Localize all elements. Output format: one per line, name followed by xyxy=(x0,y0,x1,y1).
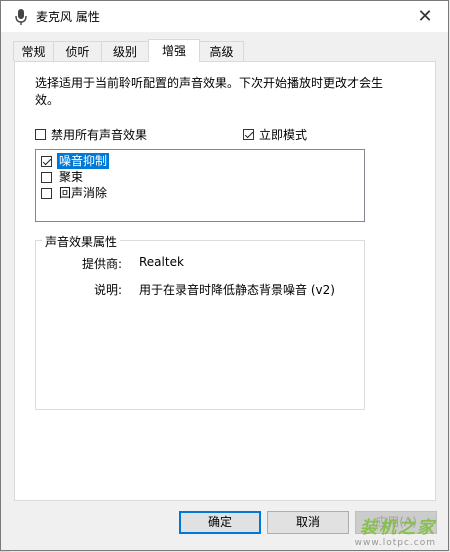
list-item-label: 回声消除 xyxy=(59,186,108,200)
ok-button[interactable]: 确定 xyxy=(179,511,261,534)
properties-dialog: 麦克风 属性 ✕ 常规 侦听 级别 增强 高级 选择适用于当前聆听配置的声音效果… xyxy=(0,0,449,551)
close-icon: ✕ xyxy=(417,6,433,27)
effects-list[interactable]: 噪音抑制 聚束 回声消除 xyxy=(35,149,365,222)
tab-advanced[interactable]: 高级 xyxy=(199,41,244,61)
provider-value: Realtek xyxy=(139,255,184,269)
tab-levels[interactable]: 级别 xyxy=(101,41,149,61)
checkbox-box xyxy=(243,129,254,140)
tab-listen[interactable]: 侦听 xyxy=(53,41,102,61)
window-title: 麦克风 属性 xyxy=(36,10,100,24)
tab-enhancements[interactable]: 增强 xyxy=(148,39,200,62)
microphone-icon xyxy=(15,9,27,25)
effect-properties-group: 声音效果属性 提供商: Realtek 说明: 用于在录音时降低静态背景噪音 (… xyxy=(35,233,365,410)
description-label: 说明: xyxy=(93,283,122,297)
enhancements-panel: 选择适用于当前聆听配置的声音效果。下次开始播放时更改才会生效。 禁用所有声音效果… xyxy=(14,61,436,501)
disable-all-effects-label: 禁用所有声音效果 xyxy=(51,128,148,142)
checkbox-box[interactable] xyxy=(41,171,52,183)
checkbox-box[interactable] xyxy=(41,155,52,167)
list-item-noise-suppression[interactable]: 噪音抑制 xyxy=(41,153,110,169)
immediate-mode-checkbox[interactable]: 立即模式 xyxy=(243,126,307,143)
site-watermark: 装机之家 www.lotpc.com xyxy=(355,513,436,548)
checkbox-box xyxy=(35,129,46,140)
checkbox-box[interactable] xyxy=(41,187,52,199)
cancel-button[interactable]: 取消 xyxy=(267,511,349,534)
immediate-mode-label: 立即模式 xyxy=(259,128,308,142)
list-item-label: 聚束 xyxy=(59,170,84,184)
list-item-label: 噪音抑制 xyxy=(57,153,110,169)
list-item-beamforming[interactable]: 聚束 xyxy=(41,169,85,185)
description-value: 用于在录音时降低静态背景噪音 (v2) xyxy=(139,283,335,297)
disable-all-effects-checkbox[interactable]: 禁用所有声音效果 xyxy=(35,126,147,143)
watermark-text: 装机之家 xyxy=(360,518,436,538)
provider-label: 提供商: xyxy=(81,257,122,271)
panel-description: 选择适用于当前聆听配置的声音效果。下次开始播放时更改才会生效。 xyxy=(35,76,384,107)
watermark-url: www.lotpc.com xyxy=(354,538,436,548)
group-title: 声音效果属性 xyxy=(42,233,121,250)
list-item-echo-cancellation[interactable]: 回声消除 xyxy=(41,185,109,201)
close-button[interactable]: ✕ xyxy=(402,1,448,32)
title-bar: 麦克风 属性 ✕ xyxy=(1,1,448,32)
tab-general[interactable]: 常规 xyxy=(13,41,54,61)
